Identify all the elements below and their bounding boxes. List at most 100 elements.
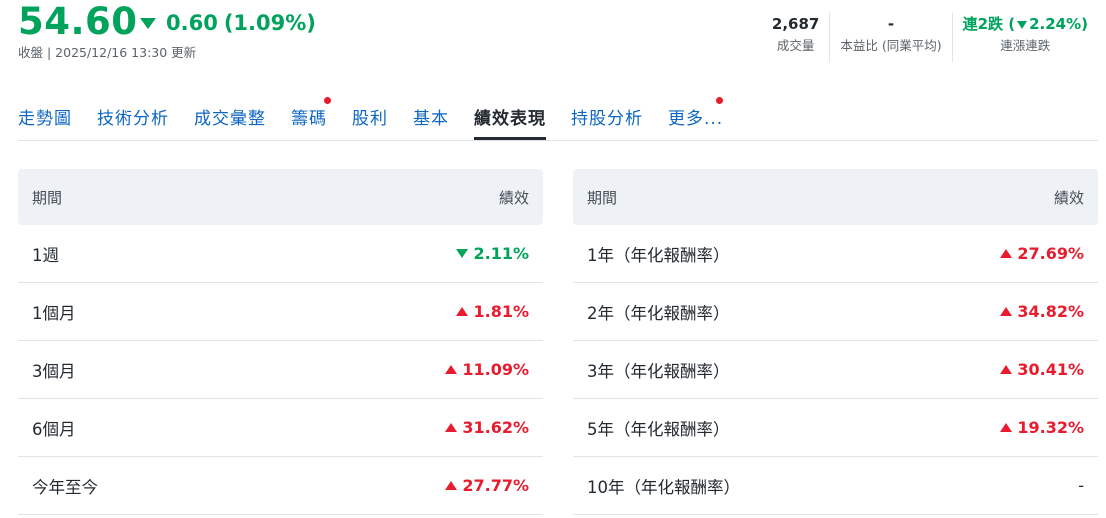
up-triangle-icon bbox=[456, 307, 469, 316]
down-triangle-icon bbox=[140, 17, 156, 29]
row-period: 今年至今 bbox=[32, 477, 98, 497]
down-triangle-icon bbox=[1017, 20, 1028, 29]
streak-percent: 2.24%) bbox=[1029, 15, 1088, 33]
stat-label: 成交量 bbox=[776, 38, 815, 53]
tab-label: 籌碼 bbox=[291, 109, 327, 129]
up-triangle-icon bbox=[1000, 249, 1013, 258]
row-period: 3年（年化報酬率） bbox=[587, 361, 730, 381]
performance-table-long: 期間 績效 1年（年化報酬率） 27.69% 2年（年化報酬率） 34.82% 3年（年… bbox=[573, 169, 1098, 515]
row-performance: 1.81% bbox=[456, 302, 529, 321]
col-performance: 績效 bbox=[498, 188, 529, 207]
up-triangle-icon bbox=[445, 365, 458, 374]
table-row: 3個月 11.09% bbox=[18, 341, 543, 399]
tab-more[interactable]: 更多... bbox=[668, 90, 723, 140]
tab-trades[interactable]: 成交彙整 bbox=[194, 90, 266, 140]
table-row: 6個月 31.62% bbox=[18, 399, 543, 457]
stat-value: - bbox=[887, 15, 895, 33]
row-performance: 30.41% bbox=[1000, 360, 1084, 379]
table-body: 1年（年化報酬率） 27.69% 2年（年化報酬率） 34.82% 3年（年化報酬率） 3… bbox=[573, 225, 1098, 515]
performance-tables: 期間 績效 1週 2.11% 1個月 1.81% 3個月 11.09% 6個月 31.62% 今… bbox=[18, 169, 1098, 515]
performance-value: 30.41% bbox=[1017, 360, 1084, 379]
tab-label: 基本 bbox=[413, 109, 449, 129]
tab-label: 成交彙整 bbox=[194, 109, 266, 129]
table-row: 1年（年化報酬率） 27.69% bbox=[573, 225, 1098, 283]
performance-value: 34.82% bbox=[1017, 302, 1084, 321]
tab-chips[interactable]: 籌碼 bbox=[291, 90, 331, 140]
row-period: 1週 bbox=[32, 245, 59, 265]
row-performance: 31.62% bbox=[445, 418, 529, 437]
tab-bar: 走勢圖 技術分析 成交彙整 籌碼 股利 基本 績效表現 持股分析 更多... bbox=[18, 90, 1098, 141]
performance-value: - bbox=[1078, 476, 1084, 495]
quote-stats: 2,687 成交量 - 本益比 (同業平均) 連2跌 (2.24%) 連漲連跌 bbox=[762, 12, 1098, 62]
row-performance: 2.11% bbox=[456, 244, 529, 263]
table-header: 期間 績效 bbox=[573, 169, 1098, 225]
tab-label: 持股分析 bbox=[571, 109, 643, 129]
performance-value: 27.77% bbox=[462, 476, 529, 495]
table-header: 期間 績效 bbox=[18, 169, 543, 225]
row-period: 6個月 bbox=[32, 419, 76, 439]
stat-streak: 連2跌 (2.24%) 連漲連跌 bbox=[951, 12, 1098, 62]
table-row: 1週 2.11% bbox=[18, 225, 543, 283]
stat-label: 本益比 (同業平均) bbox=[840, 38, 942, 53]
notification-dot bbox=[324, 97, 331, 104]
col-performance: 績效 bbox=[1053, 188, 1084, 207]
up-triangle-icon bbox=[445, 481, 458, 490]
up-triangle-icon bbox=[1000, 365, 1013, 374]
up-triangle-icon bbox=[1000, 307, 1013, 316]
stat-value: 2,687 bbox=[771, 15, 820, 33]
table-row: 2年（年化報酬率） 34.82% bbox=[573, 283, 1098, 341]
tab-performance[interactable]: 績效表現 bbox=[474, 90, 546, 140]
tab-label: 績效表現 bbox=[474, 109, 546, 129]
row-period: 1年（年化報酬率） bbox=[587, 245, 730, 265]
tab-dividend[interactable]: 股利 bbox=[352, 90, 388, 140]
performance-value: 31.62% bbox=[462, 418, 529, 437]
performance-value: 1.81% bbox=[473, 302, 529, 321]
up-triangle-icon bbox=[1000, 423, 1013, 432]
tab-label: 走勢圖 bbox=[18, 109, 72, 129]
tab-technical[interactable]: 技術分析 bbox=[97, 90, 169, 140]
performance-value: 27.69% bbox=[1017, 244, 1084, 263]
row-performance: 34.82% bbox=[1000, 302, 1084, 321]
quote-header: 54.60 0.60 (1.09%) 收盤 | 2025/12/16 13:30… bbox=[0, 0, 1106, 90]
notification-dot bbox=[716, 97, 723, 104]
col-period: 期間 bbox=[32, 188, 63, 207]
tab-chart[interactable]: 走勢圖 bbox=[18, 90, 72, 140]
row-period: 5年（年化報酬率） bbox=[587, 419, 730, 439]
table-row: 5年（年化報酬率） 19.32% bbox=[573, 399, 1098, 457]
row-period: 10年（年化報酬率） bbox=[587, 477, 740, 497]
performance-table-short: 期間 績效 1週 2.11% 1個月 1.81% 3個月 11.09% 6個月 31.62% 今… bbox=[18, 169, 543, 515]
up-triangle-icon bbox=[445, 423, 458, 432]
close-timestamp: 收盤 | 2025/12/16 13:30 更新 bbox=[18, 45, 197, 60]
table-row: 3年（年化報酬率） 30.41% bbox=[573, 341, 1098, 399]
row-period: 2年（年化報酬率） bbox=[587, 303, 730, 323]
row-performance: 19.32% bbox=[1000, 418, 1084, 437]
tab-label: 更多... bbox=[668, 109, 724, 129]
row-performance: 27.77% bbox=[445, 476, 529, 495]
row-period: 1個月 bbox=[32, 303, 76, 323]
performance-value: 11.09% bbox=[462, 360, 529, 379]
stat-label: 連漲連跌 bbox=[1000, 38, 1051, 53]
table-row: 1個月 1.81% bbox=[18, 283, 543, 341]
performance-value: 19.32% bbox=[1017, 418, 1084, 437]
row-performance: - bbox=[1078, 476, 1084, 495]
stat-volume: 2,687 成交量 bbox=[762, 12, 829, 62]
stat-pe-ratio: - 本益比 (同業平均) bbox=[829, 12, 951, 62]
tab-label: 股利 bbox=[352, 109, 388, 129]
table-row: 今年至今 27.77% bbox=[18, 457, 543, 515]
change-percent: (1.09%) bbox=[223, 11, 316, 35]
row-performance: 27.69% bbox=[1000, 244, 1084, 263]
row-period: 3個月 bbox=[32, 361, 76, 381]
col-period: 期間 bbox=[587, 188, 618, 207]
tab-holdings[interactable]: 持股分析 bbox=[571, 90, 643, 140]
row-performance: 11.09% bbox=[445, 360, 529, 379]
stat-value: 連2跌 (2.24%) bbox=[963, 12, 1088, 36]
down-triangle-icon bbox=[456, 249, 469, 258]
table-body: 1週 2.11% 1個月 1.81% 3個月 11.09% 6個月 31.62% 今年至今 27.… bbox=[18, 225, 543, 515]
tab-label: 技術分析 bbox=[97, 109, 169, 129]
change-value: 0.60 bbox=[166, 11, 218, 35]
current-price: 54.60 bbox=[18, 0, 138, 43]
price-change: 0.60 (1.09%) bbox=[140, 8, 316, 38]
performance-value: 2.11% bbox=[473, 244, 529, 263]
table-row: 10年（年化報酬率） - bbox=[573, 457, 1098, 515]
tab-basic[interactable]: 基本 bbox=[413, 90, 449, 140]
